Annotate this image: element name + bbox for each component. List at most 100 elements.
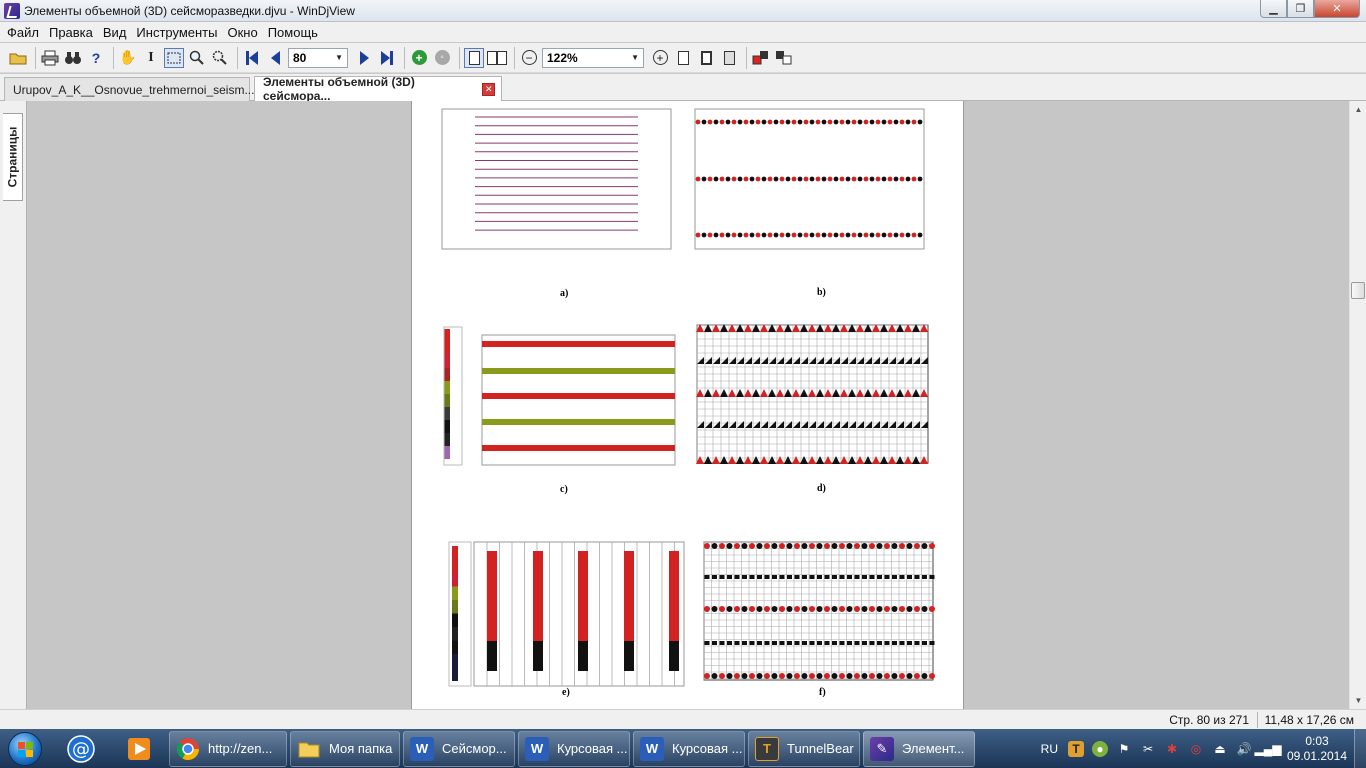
tab-urupov-document[interactable]: Urupov_A_K__Osnovue_trehmernoi_seism... … xyxy=(4,77,271,101)
open-folder-icon[interactable] xyxy=(8,48,28,68)
source-point xyxy=(786,606,793,612)
fit-page-icon[interactable] xyxy=(673,48,693,68)
zoom-combo[interactable]: 122% ▼ xyxy=(542,47,644,68)
start-button[interactable] xyxy=(0,729,50,768)
facing-pages-icon[interactable] xyxy=(487,48,507,68)
flag-tray-icon[interactable]: ⚑ xyxy=(1116,741,1132,757)
previous-page-icon[interactable] xyxy=(265,48,285,68)
zoom-rect-icon[interactable] xyxy=(210,48,230,68)
page-number-combo[interactable]: 80 ▼ xyxy=(288,47,348,68)
help-question-icon[interactable]: ? xyxy=(86,48,106,68)
source-point xyxy=(875,119,881,125)
volume-icon[interactable]: 🔊 xyxy=(1236,741,1252,757)
hand-tool-icon[interactable]: ✋ xyxy=(118,48,138,68)
last-page-icon[interactable] xyxy=(377,48,397,68)
cloud-tray-icon[interactable]: ● xyxy=(1092,740,1108,757)
scroll-thumb[interactable] xyxy=(1351,282,1365,299)
source-point xyxy=(771,543,778,549)
source-point xyxy=(899,119,905,125)
pinned-mail-agent[interactable]: @ xyxy=(54,730,108,767)
minimize-button[interactable]: ▁ xyxy=(1260,0,1287,18)
source-point xyxy=(869,606,875,612)
receiver-point xyxy=(719,575,725,579)
zoom-in-icon[interactable]: + xyxy=(650,48,670,68)
menu-help[interactable]: Помощь xyxy=(263,25,323,40)
clock[interactable]: 0:03 09.01.2014 xyxy=(1284,734,1350,764)
receiver-point xyxy=(719,641,725,645)
language-indicator[interactable]: RU xyxy=(1041,742,1058,756)
first-page-icon[interactable] xyxy=(242,48,262,68)
receiver-point xyxy=(839,575,845,579)
single-page-icon[interactable] xyxy=(464,47,484,68)
taskbar-item-word-coursework-2[interactable]: W Курсовая ... xyxy=(633,730,745,767)
source-point xyxy=(809,176,815,182)
taskbar-item-word-seismic[interactable]: W Сейсмор... xyxy=(403,730,515,767)
pages-side-tab[interactable]: Страницы xyxy=(3,113,23,201)
receiver-point xyxy=(862,641,867,645)
document-viewport[interactable]: a) b) c) d) e) f) xyxy=(27,101,1349,709)
pinned-media-player[interactable] xyxy=(112,730,166,767)
close-button[interactable]: ✕ xyxy=(1314,0,1360,18)
source-point xyxy=(914,606,920,612)
next-page-icon[interactable] xyxy=(354,48,374,68)
source-point xyxy=(701,119,707,125)
zoom-magnifier-icon[interactable] xyxy=(187,48,207,68)
menu-view[interactable]: Вид xyxy=(98,25,132,40)
vertical-scrollbar[interactable]: ▲ ▼ xyxy=(1349,101,1366,709)
chrome-icon xyxy=(176,737,199,760)
acrobat-tray-icon[interactable]: ✱ xyxy=(1164,741,1180,757)
source-point xyxy=(731,232,737,238)
receiver-point xyxy=(764,641,770,645)
tools-tray-icon[interactable]: ✂ xyxy=(1140,741,1156,757)
display-mode-color-icon[interactable] xyxy=(751,48,771,68)
source-point xyxy=(839,606,845,612)
safely-remove-tray-icon[interactable]: ⏏ xyxy=(1212,741,1228,757)
source-point xyxy=(869,119,875,125)
receiver-point xyxy=(839,641,845,645)
target-tray-icon[interactable]: ◎ xyxy=(1188,741,1204,757)
menu-edit[interactable]: Правка xyxy=(44,25,98,40)
receiver-point xyxy=(817,575,822,579)
zoom-out-icon[interactable]: − xyxy=(519,48,539,68)
receiver-point xyxy=(907,641,912,645)
taskbar-item-windjview[interactable]: ✎ Элемент... xyxy=(863,730,975,767)
find-binoculars-icon[interactable] xyxy=(63,48,83,68)
network-signal-icon[interactable]: ▂▄▆ xyxy=(1255,741,1282,757)
figure-e-offset-distribution xyxy=(448,541,685,687)
forward-history-icon[interactable]: + xyxy=(409,48,429,68)
source-point xyxy=(881,232,887,238)
source-point xyxy=(816,673,823,679)
back-history-icon[interactable]: ◦ xyxy=(432,48,452,68)
menu-tools[interactable]: Инструменты xyxy=(131,25,222,40)
scroll-down-arrow-icon[interactable]: ▼ xyxy=(1350,692,1366,709)
taskbar-item-tunnelbear[interactable]: T TunnelBear xyxy=(748,730,860,767)
taskbar-item-folder[interactable]: Моя папка xyxy=(290,730,400,767)
actual-size-icon[interactable] xyxy=(719,48,739,68)
source-point xyxy=(803,176,809,182)
source-point xyxy=(827,232,833,238)
tab-3d-seismic-document[interactable]: Элементы объемной (3D) сейсмора... ✕ xyxy=(254,75,502,103)
show-desktop-button[interactable] xyxy=(1354,729,1366,768)
close-tab-icon[interactable]: ✕ xyxy=(482,82,495,96)
menu-file[interactable]: Файл xyxy=(2,25,44,40)
tunnelbear-icon: T xyxy=(755,736,779,761)
source-point xyxy=(921,606,928,612)
menu-window[interactable]: Окно xyxy=(222,25,262,40)
source-point xyxy=(803,232,809,238)
source-point xyxy=(794,606,800,612)
print-icon[interactable] xyxy=(40,48,60,68)
tab-label: Элементы объемной (3D) сейсмора... xyxy=(263,75,415,103)
fit-width-icon[interactable] xyxy=(696,48,716,68)
display-mode-bw-icon[interactable] xyxy=(774,48,794,68)
taskbar-item-chrome[interactable]: http://zen... xyxy=(169,730,287,767)
tunnelbear-tray-icon[interactable]: T xyxy=(1068,740,1084,757)
windjview-app-icon[interactable] xyxy=(4,2,20,19)
taskbar-item-word-coursework-1[interactable]: W Курсовая ... xyxy=(518,730,630,767)
maximize-button[interactable]: ❐ xyxy=(1287,0,1314,18)
scroll-up-arrow-icon[interactable]: ▲ xyxy=(1350,101,1366,118)
rect-select-icon[interactable] xyxy=(164,47,184,68)
receiver-point xyxy=(929,641,935,645)
chevron-down-icon[interactable]: ▼ xyxy=(335,53,343,62)
text-select-icon[interactable]: I xyxy=(141,48,161,68)
chevron-down-icon[interactable]: ▼ xyxy=(631,53,639,62)
